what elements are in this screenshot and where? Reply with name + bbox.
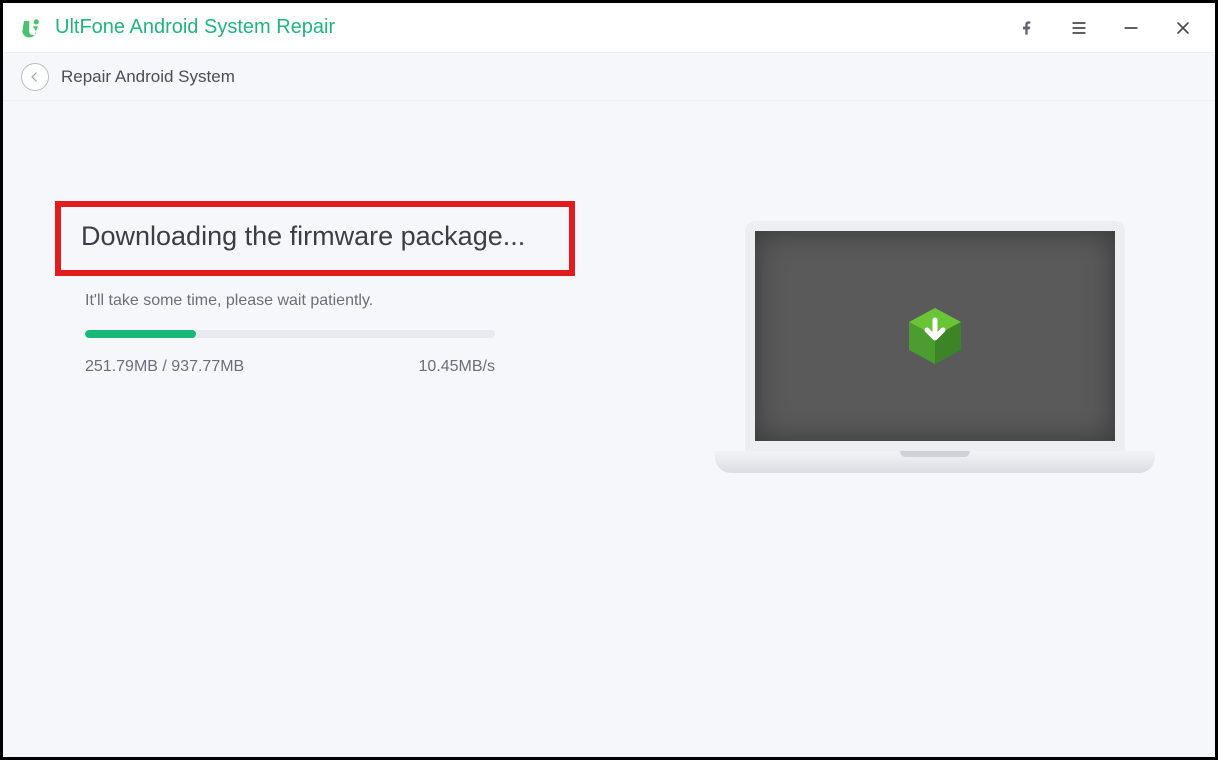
titlebar: UltFone Android System Repair — [3, 3, 1215, 53]
download-cube-icon — [903, 304, 967, 368]
progress-fill — [85, 330, 196, 338]
sub-text: It'll take some time, please wait patien… — [85, 292, 575, 310]
facebook-icon[interactable] — [1015, 16, 1039, 40]
titlebar-left: UltFone Android System Repair — [17, 14, 335, 42]
app-title: UltFone Android System Repair — [55, 16, 335, 39]
content-area: Downloading the firmware package... It'l… — [3, 101, 1215, 757]
speed-label: 10.45MB/s — [419, 358, 495, 376]
download-status-panel: Downloading the firmware package... It'l… — [55, 201, 575, 376]
minimize-button[interactable] — [1119, 16, 1143, 40]
breadcrumb-title: Repair Android System — [61, 67, 235, 87]
subheader: Repair Android System — [3, 53, 1215, 101]
laptop-notch — [900, 451, 970, 457]
heading-highlight-box: Downloading the firmware package... — [55, 201, 575, 276]
progress-bar — [85, 330, 495, 338]
back-button[interactable] — [21, 63, 49, 91]
app-logo-icon — [17, 14, 45, 42]
menu-icon[interactable] — [1067, 16, 1091, 40]
main-heading: Downloading the firmware package... — [81, 221, 549, 252]
progress-details: 251.79MB / 937.77MB 10.45MB/s — [85, 358, 495, 376]
close-button[interactable] — [1171, 16, 1195, 40]
laptop-screen — [745, 221, 1125, 451]
laptop-base — [715, 451, 1155, 473]
laptop-illustration — [715, 221, 1155, 481]
downloaded-label: 251.79MB / 937.77MB — [85, 358, 244, 376]
window-controls — [1015, 16, 1195, 40]
